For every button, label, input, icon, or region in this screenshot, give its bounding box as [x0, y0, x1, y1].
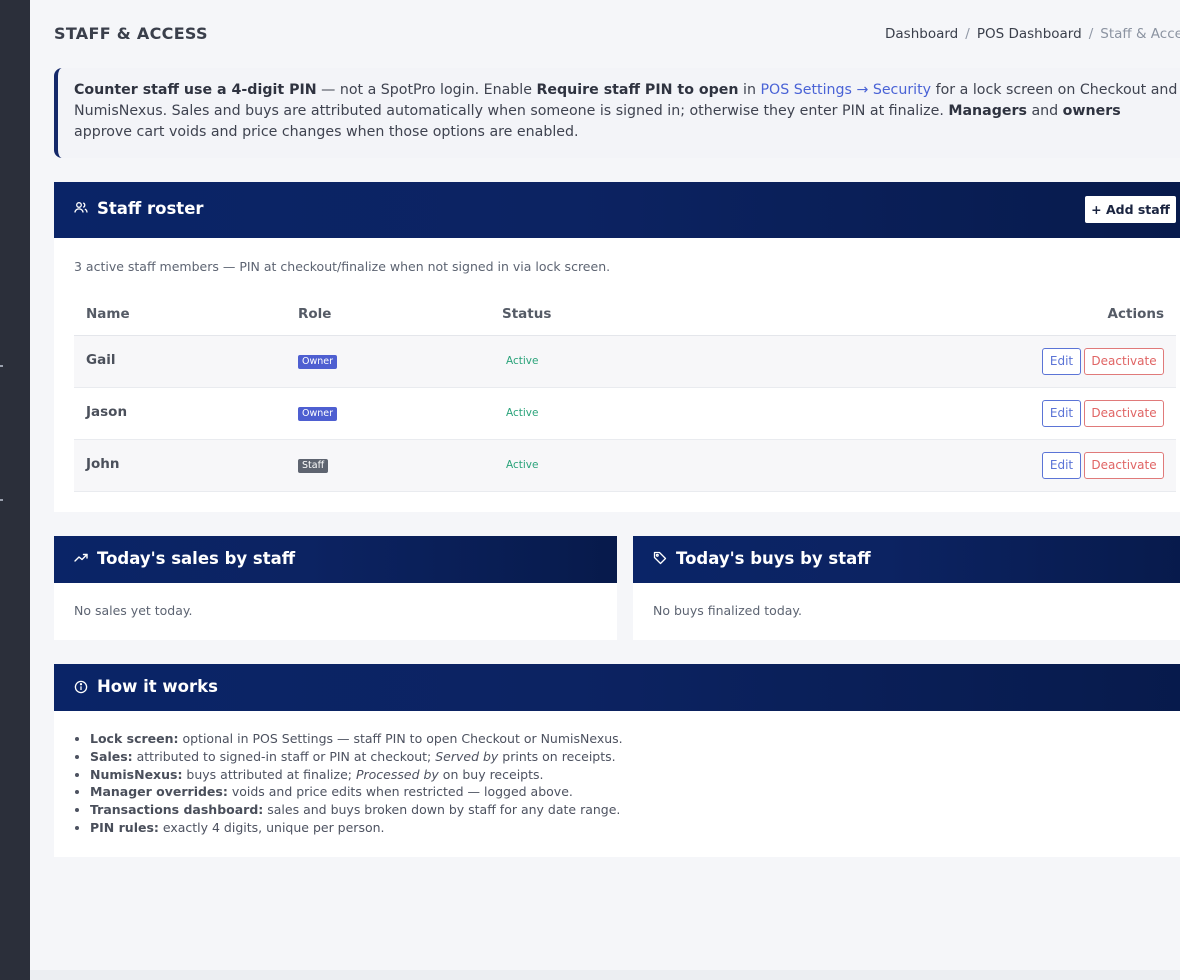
callout-bold: Counter staff use a 4-digit PIN: [74, 82, 317, 98]
users-icon: [74, 200, 88, 219]
callout-text: in: [738, 82, 761, 98]
buys-empty-message: No buys finalized today.: [653, 603, 803, 618]
sidebar-marker: [0, 365, 3, 367]
column-header-status: Status: [502, 306, 552, 322]
list-item-text: sales and buys broken down by staff for …: [263, 802, 621, 818]
edit-button[interactable]: Edit: [1042, 452, 1081, 479]
deactivate-button[interactable]: Deactivate: [1084, 452, 1164, 479]
role-badge: Staff: [298, 459, 329, 473]
sidebar-marker: [0, 499, 3, 501]
tag-icon: [653, 550, 667, 569]
sales-by-staff-header: Today's sales by staff: [54, 536, 617, 583]
staff-name: John: [86, 456, 120, 472]
edit-button[interactable]: Edit: [1042, 400, 1081, 427]
list-item-label: PIN rules:: [90, 819, 159, 835]
callout-bold: Managers: [948, 103, 1027, 119]
list-item-text: on buy receipts.: [438, 766, 544, 782]
table-row: John Staff Active Edit Deactivate: [74, 440, 1176, 492]
list-item-text: buys attributed at finalize;: [182, 766, 356, 782]
footer: [30, 970, 1180, 980]
role-badge: Owner: [298, 355, 338, 369]
status-badge: Active: [506, 459, 539, 471]
column-header-role: Role: [298, 306, 332, 322]
deactivate-button[interactable]: Deactivate: [1084, 400, 1164, 427]
list-item-label: Manager overrides:: [90, 784, 228, 800]
callout-text: and: [1026, 103, 1063, 119]
sidebar: [0, 0, 30, 980]
list-item-text: attributed to signed-in staff or PIN at …: [132, 748, 436, 764]
trending-up-icon: [74, 550, 88, 569]
list-item-text: optional in POS Settings — staff PIN to …: [178, 731, 623, 746]
list-item-label: Transactions dashboard:: [90, 802, 264, 818]
table-header: Name Role Status Actions: [74, 292, 1176, 336]
list-item: Lock screen: optional in POS Settings — …: [90, 730, 623, 748]
how-it-works-card: How it works Lock screen: optional in PO…: [54, 664, 1180, 857]
list-item: PIN rules: exactly 4 digits, unique per …: [90, 819, 623, 837]
callout-text: approve cart voids and price changes whe…: [74, 124, 579, 140]
breadcrumb-separator: /: [1088, 26, 1094, 42]
status-badge: Active: [506, 407, 539, 419]
list-item-label: Sales:: [90, 748, 133, 764]
list-item: Manager overrides: voids and price edits…: [90, 783, 623, 801]
breadcrumb: Dashboard / POS Dashboard / Staff & Access: [885, 26, 1180, 42]
breadcrumb-pos-dashboard[interactable]: POS Dashboard: [977, 26, 1082, 42]
list-item-label: NumisNexus:: [90, 766, 183, 782]
breadcrumb-dashboard[interactable]: Dashboard: [885, 26, 958, 42]
add-staff-button[interactable]: + Add staff: [1085, 196, 1176, 223]
topbar: STAFF & ACCESS Dashboard / POS Dashboard / S…: [54, 22, 1180, 46]
staff-table: Name Role Status Actions Gail Owner Acti…: [74, 292, 1176, 492]
list-item-text: voids and price edits when restricted — …: [227, 784, 573, 800]
status-badge: Active: [506, 355, 539, 367]
info-icon: [74, 679, 88, 698]
page-title: STAFF & ACCESS: [54, 24, 208, 43]
callout-text: — not a SpotPro login. Enable: [316, 82, 537, 98]
callout-bold: owners: [1062, 103, 1121, 119]
callout-bold: Require staff PIN to open: [536, 82, 739, 98]
list-item-emphasis: Served by: [435, 748, 499, 764]
staff-roster-card: Staff roster + Add staff 3 active staff …: [54, 182, 1180, 512]
staff-name: Gail: [86, 352, 116, 368]
list-item-text: exactly 4 digits, unique per person.: [158, 819, 385, 835]
breadcrumb-current: Staff & Access: [1100, 26, 1180, 42]
staff-name: Jason: [86, 404, 128, 420]
deactivate-button[interactable]: Deactivate: [1084, 348, 1164, 375]
buys-by-staff-title: Today's buys by staff: [676, 549, 871, 568]
buys-by-staff-header: Today's buys by staff: [633, 536, 1180, 583]
list-item-emphasis: Processed by: [355, 766, 439, 782]
list-item: Sales: attributed to signed-in staff or …: [90, 748, 623, 766]
table-row: Gail Owner Active Edit Deactivate: [74, 336, 1176, 388]
main-content: STAFF & ACCESS Dashboard / POS Dashboard / S…: [30, 0, 1180, 980]
list-item: Transactions dashboard: sales and buys b…: [90, 801, 623, 819]
sales-by-staff-title: Today's sales by staff: [97, 549, 296, 568]
buys-by-staff-card: Today's buys by staff No buys finalized …: [633, 536, 1180, 640]
sales-empty-message: No sales yet today.: [74, 603, 193, 618]
list-item-label: Lock screen:: [90, 731, 179, 746]
list-item: NumisNexus: buys attributed at finalize;…: [90, 766, 623, 784]
edit-button[interactable]: Edit: [1042, 348, 1081, 375]
column-header-name: Name: [86, 306, 130, 322]
how-it-works-list: Lock screen: optional in POS Settings — …: [90, 730, 623, 837]
staff-roster-title: Staff roster: [97, 199, 204, 218]
sales-by-staff-card: Today's sales by staff No sales yet toda…: [54, 536, 617, 640]
info-callout: Counter staff use a 4-digit PIN — not a …: [54, 68, 1180, 158]
staff-roster-header: Staff roster + Add staff: [54, 182, 1180, 238]
how-it-works-title: How it works: [97, 677, 218, 696]
role-badge: Owner: [298, 407, 338, 421]
breadcrumb-separator: /: [965, 26, 970, 42]
roster-subtitle: 3 active staff members — PIN at checkout…: [74, 259, 611, 274]
column-header-actions: Actions: [1107, 306, 1164, 322]
list-item-text: prints on receipts.: [498, 748, 616, 764]
how-it-works-header: How it works: [54, 664, 1180, 711]
pos-settings-security-link[interactable]: POS Settings → Security: [760, 82, 931, 98]
table-row: Jason Owner Active Edit Deactivate: [74, 388, 1176, 440]
